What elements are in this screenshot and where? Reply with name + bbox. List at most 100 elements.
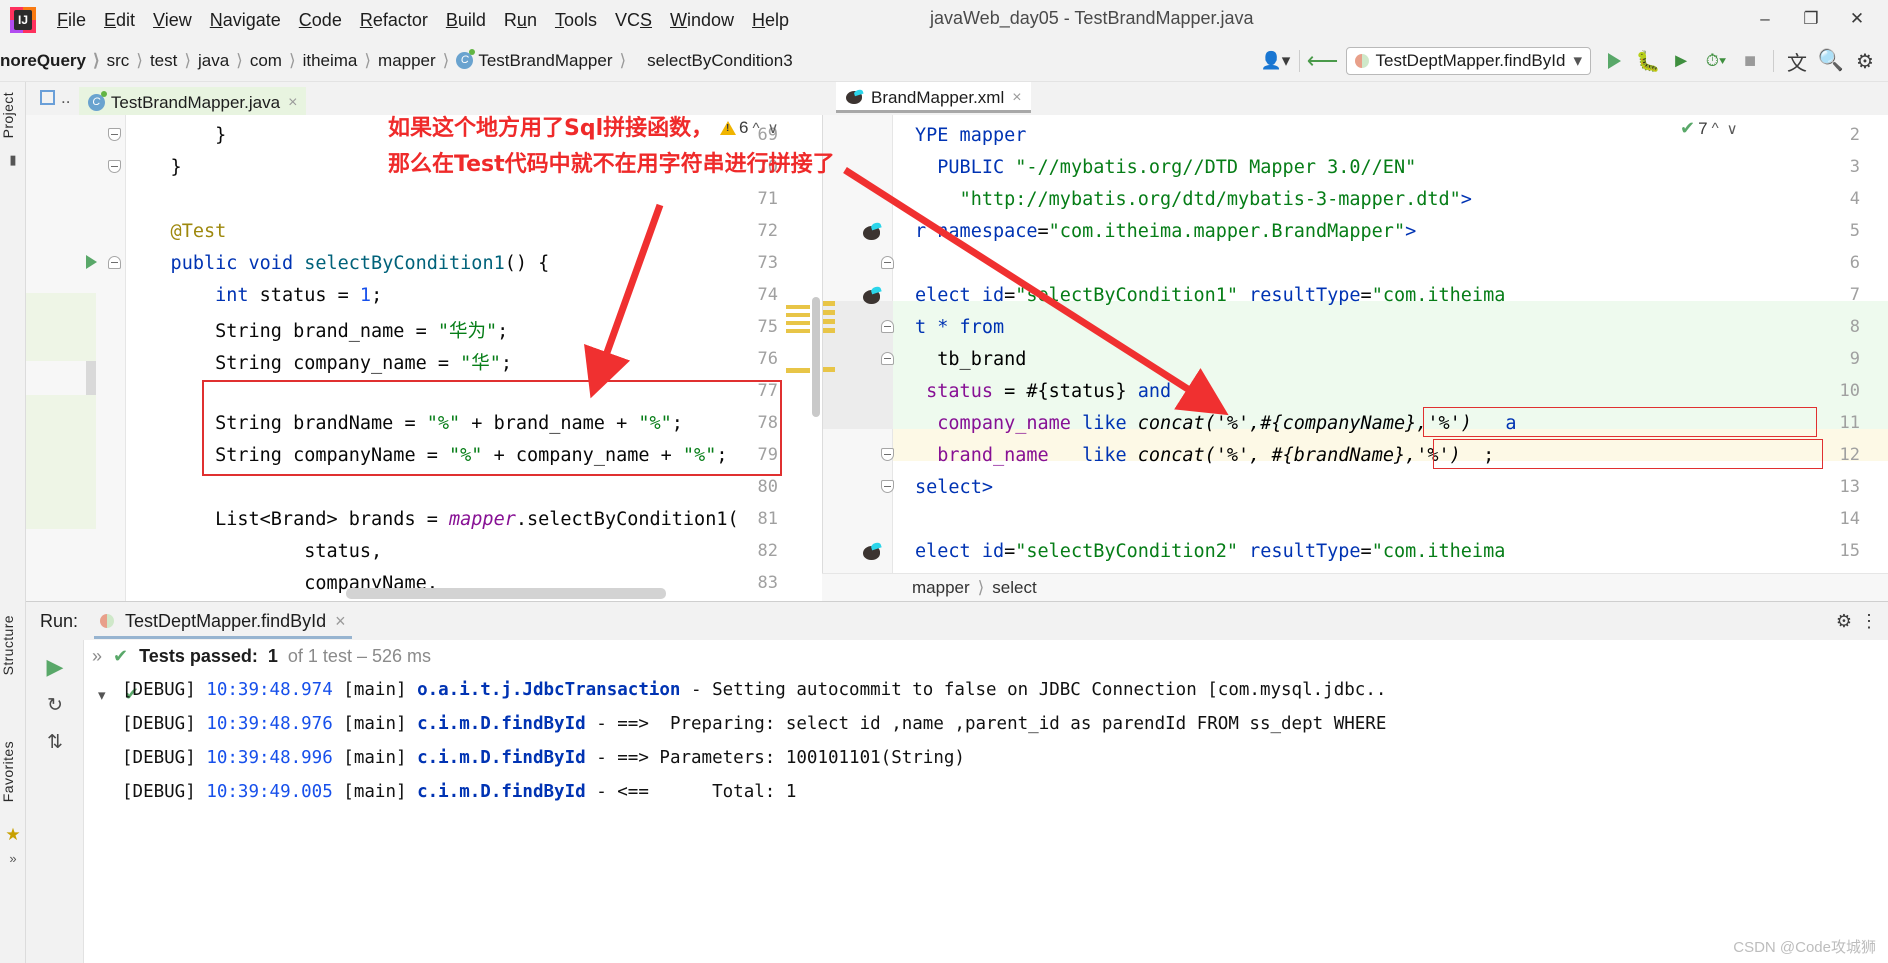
warning-count: 6	[739, 118, 749, 137]
profiler-icon[interactable]: ⏱▾	[1701, 46, 1731, 76]
rerun-failed-icon[interactable]: ↻	[26, 694, 84, 717]
run-configuration-selector[interactable]: TestDeptMapper.findById ▾	[1345, 47, 1591, 75]
log-message: - ==> Preparing: select id ,name ,parent…	[596, 714, 1387, 734]
java-code-area[interactable]: } } @Test public void selectByCondition1…	[126, 115, 822, 601]
warning-icon	[720, 121, 736, 135]
mybatis-gutter-icon[interactable]	[861, 541, 883, 561]
mybatis-gutter-icon[interactable]	[861, 221, 883, 241]
breadcrumb-method[interactable]: selectByCondition3	[647, 51, 793, 71]
sidebar-item-structure[interactable]: Structure	[0, 605, 26, 685]
xml-breadcrumb-select[interactable]: select	[992, 578, 1036, 598]
mybatis-gutter-icon[interactable]	[861, 285, 883, 305]
close-icon[interactable]: ×	[335, 611, 346, 632]
menu-navigate[interactable]: Navigate	[201, 6, 290, 35]
editor-marker	[786, 305, 810, 309]
left-tool-strip: Project ▮	[0, 82, 26, 601]
breadcrumb-separator: ⟩	[977, 577, 985, 597]
translate-icon[interactable]: 文	[1782, 46, 1812, 76]
menu-run[interactable]: Run	[495, 6, 546, 35]
menu-code[interactable]: Code	[290, 6, 351, 35]
expand-tree-icon[interactable]: ▾	[98, 686, 106, 704]
menu-refactor[interactable]: Refactor	[351, 6, 437, 35]
tab-brandmapper-xml[interactable]: BrandMapper.xml ×	[836, 82, 1031, 113]
chevron-down-icon[interactable]: ∨	[768, 119, 779, 137]
fold-marker[interactable]	[108, 256, 121, 269]
breadcrumb-java[interactable]: java ⟩	[198, 51, 250, 71]
run-icon[interactable]	[1599, 46, 1629, 76]
editor-marker	[823, 328, 835, 333]
log-thread: [main]	[343, 782, 407, 802]
java-editor[interactable]: 69 70 71 72 73 74 75 76 77 78 79 80 81 8…	[26, 115, 822, 601]
maximize-button[interactable]: ❐	[1788, 2, 1834, 36]
run-test-gutter-icon[interactable]	[86, 255, 97, 269]
profile-icon[interactable]: 👤▾	[1261, 46, 1291, 76]
main-toolbar-actions: 👤▾ ⟵ TestDeptMapper.findById ▾ 🐛 ► ⏱▾ ■ …	[1259, 40, 1883, 82]
xml-editor[interactable]: 2 3 4 5 6 7 8 9 10 11 12 13 14 15 YPE ma…	[822, 115, 1888, 601]
more-icon[interactable]: ⋮	[1860, 611, 1878, 632]
tab-ellipsis: ..	[61, 87, 71, 107]
tab-testbrandmapper-java[interactable]: C TestBrandMapper.java ×	[78, 87, 307, 118]
more-tools-icon[interactable]: »	[0, 851, 26, 866]
code-line-arg-status: status,	[126, 541, 383, 562]
editor-marker	[823, 319, 835, 324]
menu-tools[interactable]: Tools	[546, 6, 606, 35]
close-icon[interactable]: ×	[1012, 89, 1021, 107]
console-output[interactable]: [DEBUG] 10:39:48.974 [main] o.a.i.t.j.Jd…	[122, 680, 1888, 963]
code-line-public-dtd: PUBLIC "-//mybatis.org//DTD Mapper 3.0//…	[937, 157, 1417, 178]
menu-vcs[interactable]: VCS	[606, 6, 661, 35]
settings-icon[interactable]: ⚙	[1836, 611, 1852, 632]
editor-tab-row-right: BrandMapper.xml ×	[822, 82, 1888, 115]
run-with-coverage-icon[interactable]: ►	[1667, 46, 1697, 76]
run-tool-window: Run: TestDeptMapper.findById × ⚙ ⋮ ▶ ↻ ⇅…	[26, 601, 1888, 963]
editor-marker	[823, 367, 835, 372]
fold-marker[interactable]	[108, 160, 121, 173]
debug-icon[interactable]: 🐛	[1633, 46, 1663, 76]
mybatis-file-icon	[845, 88, 865, 106]
code-line-select2-open: elect id="selectByCondition2" resultType…	[915, 541, 1506, 562]
xml-breadcrumb-mapper[interactable]: mapper	[912, 578, 970, 598]
minimize-button[interactable]: –	[1742, 2, 1788, 36]
menu-window[interactable]: Window	[661, 6, 743, 35]
sidebar-item-favorites[interactable]: Favorites	[0, 731, 26, 812]
breadcrumb-class[interactable]: C TestBrandMapper ⟩	[456, 49, 633, 71]
xml-code-area[interactable]: YPE mapper PUBLIC "-//mybatis.org//DTD M…	[893, 115, 1888, 601]
chevron-down-icon[interactable]: ∨	[1727, 120, 1738, 138]
window-title: javaWeb_day05 - TestBrandMapper.java	[930, 8, 1254, 28]
menu-help[interactable]: Help	[743, 6, 798, 35]
breadcrumb-com[interactable]: com ⟩	[250, 51, 303, 71]
fold-marker[interactable]	[108, 128, 121, 141]
close-button[interactable]: ✕	[1834, 2, 1880, 36]
log-level: [DEBUG]	[122, 748, 196, 768]
settings-icon[interactable]: ⚙	[1850, 46, 1880, 76]
run-tab-label: TestDeptMapper.findById	[125, 610, 327, 631]
chevron-up-icon[interactable]: ^	[752, 120, 759, 137]
menu-view[interactable]: View	[144, 6, 201, 35]
menu-build[interactable]: Build	[437, 6, 495, 35]
breadcrumb-src[interactable]: src ⟩	[107, 51, 150, 71]
close-icon[interactable]: ×	[288, 94, 297, 112]
toggle-auto-test-icon[interactable]: ⇅	[26, 731, 84, 754]
menu-edit[interactable]: Edit	[95, 6, 144, 35]
breadcrumb-itheima[interactable]: itheima ⟩	[303, 51, 378, 71]
menu-file[interactable]: File	[48, 6, 95, 35]
chevron-up-icon[interactable]: ^	[1712, 120, 1719, 137]
search-icon[interactable]: 🔍	[1816, 46, 1846, 76]
run-tab-testdeptmapper[interactable]: TestDeptMapper.findById ×	[94, 603, 352, 639]
log-message: - ==> Parameters: 100101101(String)	[596, 748, 965, 768]
code-line-companyname-var: String company_name = "华";	[126, 353, 513, 374]
breadcrumb-test[interactable]: test ⟩	[150, 51, 198, 71]
rerun-icon[interactable]: ▶	[26, 654, 84, 680]
inspection-warning-widget[interactable]: 6 ^ ∨	[720, 118, 783, 138]
inspection-ok-widget[interactable]: ✔ 7 ^ ∨	[1680, 118, 1742, 139]
stop-icon[interactable]: ■	[1735, 46, 1765, 76]
editor-horizontal-scrollbar[interactable]	[346, 588, 666, 599]
code-line-annotation: @Test	[126, 221, 227, 242]
favorites-star-icon[interactable]: ★	[0, 825, 26, 845]
code-line-brandname-like: brand_name like concat('%', #{brandName}…	[937, 445, 1495, 466]
build-icon[interactable]: ⟵	[1307, 46, 1339, 76]
bookmarks-icon[interactable]: ▮	[0, 152, 26, 168]
breadcrumb-module[interactable]: noreQuery ⟩	[0, 51, 107, 71]
editor-vertical-scrollbar[interactable]	[812, 297, 820, 417]
breadcrumb-mapper[interactable]: mapper ⟩	[378, 51, 456, 71]
sidebar-item-project[interactable]: Project	[0, 82, 26, 148]
